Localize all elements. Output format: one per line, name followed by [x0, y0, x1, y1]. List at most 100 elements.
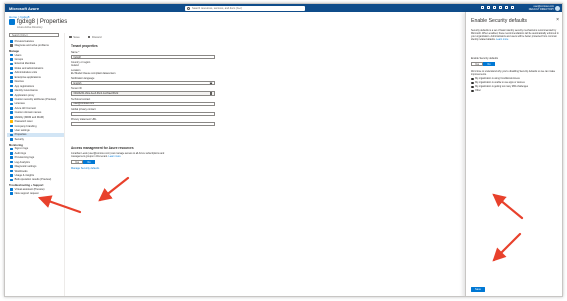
panel-description-text: Security defaults is a set of basic iden… [471, 29, 559, 41]
discard-label: Discard [91, 35, 102, 39]
radio-button[interactable] [471, 85, 474, 89]
sidebar-item-icon [10, 102, 13, 106]
country-value: Ireland [71, 64, 79, 68]
sidebar-item-label: Audit logs [14, 151, 26, 155]
access-learn-more-link[interactable]: Learn more [108, 155, 120, 158]
search-placeholder: Search resources, services, and docs (G+… [192, 6, 242, 10]
sidebar-item-label: Custom security attributes (Preview) [14, 97, 57, 101]
privacy-contact-field[interactable] [71, 111, 215, 116]
sidebar-item-icon [10, 174, 13, 177]
panel-description: Security defaults is a set of basic iden… [471, 29, 559, 41]
cloud-shell-icon[interactable] [481, 6, 484, 9]
reason-option-label: Other [475, 90, 481, 92]
top-bar: Microsoft Azure Search resources, servic… [5, 4, 562, 12]
access-management-title: Access management for Azure resources [71, 146, 134, 151]
feedback-icon[interactable] [511, 6, 514, 9]
sidebar-item-label: Licenses [14, 102, 25, 106]
sidebar-search-input[interactable]: Search (Ctrl+/) [9, 33, 59, 37]
sidebar-item-icon [10, 89, 13, 92]
panel-save-button[interactable]: Save [471, 287, 485, 292]
copy-icon[interactable] [209, 92, 212, 95]
account-directory: DEFAULT DIRECTORY [528, 8, 554, 11]
security-defaults-yes[interactable]: Yes [471, 62, 483, 66]
tenant-id-value: 6b0d3e5b-c8ca-4ee3-9bcd-1a1f1ae03b2d [73, 91, 119, 95]
radio-button[interactable] [471, 77, 474, 81]
sidebar-item-icon [10, 165, 13, 168]
name-field[interactable]: fgdxg8 [71, 55, 215, 60]
title-row: fgdxg8 | Properties [9, 19, 67, 25]
sidebar-item-icon [10, 44, 13, 47]
sidebar-item-icon [10, 151, 13, 155]
sidebar-item-icon [10, 124, 13, 128]
privacy-url-field[interactable] [71, 121, 215, 127]
security-defaults-label: Enable Security defaults [471, 57, 498, 60]
sidebar-item-label: Workbooks [14, 169, 28, 173]
discard-button[interactable]: Discard [87, 35, 102, 39]
technical-contact-field[interactable]: user@contoso.com [71, 101, 215, 106]
sidebar-item-label: Preview features [14, 39, 34, 43]
access-no-option[interactable]: No [83, 160, 95, 165]
sidebar-item-icon [10, 138, 13, 141]
save-label: Save [73, 35, 80, 39]
sidebar-item-label: Application proxy [14, 93, 35, 97]
sidebar-item-label: New support request [14, 192, 39, 196]
privacy-url-label: Privacy statement URL [71, 117, 97, 121]
sidebar-item-icon [10, 188, 13, 191]
sidebar-item-icon [10, 147, 13, 151]
sidebar-item-icon [10, 115, 13, 119]
technical-contact-value: user@contoso.com [73, 102, 95, 106]
gear-icon[interactable] [499, 6, 502, 9]
tenant-id-field[interactable]: 6b0d3e5b-c8ca-4ee3-9bcd-1a1f1ae03b2d [71, 91, 215, 96]
notification-language-label: Notification language [71, 77, 95, 81]
security-defaults-no[interactable]: No [483, 62, 495, 66]
name-value: fgdxg8 [73, 55, 81, 59]
sidebar-item-label: Administrative units [14, 71, 38, 75]
reason-options: My organization is using Conditional Acc… [471, 77, 528, 93]
privacy-contact-label: Global privacy contact [71, 107, 96, 111]
sidebar-item-label: Mobility (MDM and MAM) [14, 115, 44, 119]
save-button[interactable]: Save [69, 35, 80, 39]
bell-icon[interactable] [493, 6, 496, 9]
close-icon[interactable]: × [556, 17, 559, 23]
name-label: Name * [71, 51, 80, 54]
notification-language-select[interactable]: English [71, 81, 215, 86]
directory-icon[interactable] [487, 6, 490, 9]
sidebar-item-icon [10, 93, 13, 97]
notification-language-value: English [73, 81, 82, 85]
avatar[interactable] [555, 5, 560, 11]
sidebar-item-icon [10, 80, 13, 84]
sidebar-search-placeholder: Search (Ctrl+/) [12, 33, 28, 37]
reason-option-label: My organization is getting too many MFA … [475, 86, 529, 88]
panel-title: Enable Security defaults [471, 18, 527, 24]
sidebar-item-icon [10, 129, 13, 132]
save-icon [69, 35, 72, 39]
account-info[interactable]: user@contoso.com DEFAULT DIRECTORY [529, 5, 554, 11]
manage-security-defaults-link[interactable]: Manage Security defaults [71, 167, 221, 170]
brand-label[interactable]: Microsoft Azure [9, 6, 89, 11]
radio-button[interactable] [471, 89, 474, 93]
help-icon[interactable] [505, 6, 508, 9]
sidebar-item-label: Azure AD Connect [14, 106, 36, 110]
sidebar-item-icon [10, 111, 13, 115]
reason-option[interactable]: Other [471, 89, 528, 93]
radio-button[interactable] [471, 81, 474, 85]
access-yes-option[interactable]: Yes [71, 160, 83, 165]
sidebar-item-icon [10, 67, 13, 70]
sidebar-item-icon [10, 133, 13, 137]
sidebar-item[interactable]: New support request [7, 192, 64, 196]
sidebar-item-label: Log Analytics [14, 160, 30, 164]
sidebar-item-label: Diagnostic settings [14, 165, 37, 169]
sidebar-item-label: Sign-in logs [14, 147, 29, 151]
security-defaults-panel: Enable Security defaults × Security defa… [465, 12, 562, 296]
panel-learn-more-link[interactable]: Learn more [496, 38, 508, 41]
portal-window: Microsoft Azure Search resources, servic… [4, 3, 563, 297]
reason-question: We'd love to understand why you're disab… [471, 70, 556, 76]
sidebar-item-label: App registrations [14, 84, 35, 88]
sidebar-item-label: Users [14, 53, 22, 57]
location-value: EU Model Clause compliant datacenters [71, 72, 116, 76]
global-search-input[interactable]: Search resources, services, and docs (G+… [185, 5, 305, 11]
discard-icon [87, 35, 91, 39]
section-title: Tenant properties [71, 44, 98, 48]
sidebar-item-label: Roles and administrators [14, 66, 44, 70]
properties-icon [9, 19, 15, 25]
